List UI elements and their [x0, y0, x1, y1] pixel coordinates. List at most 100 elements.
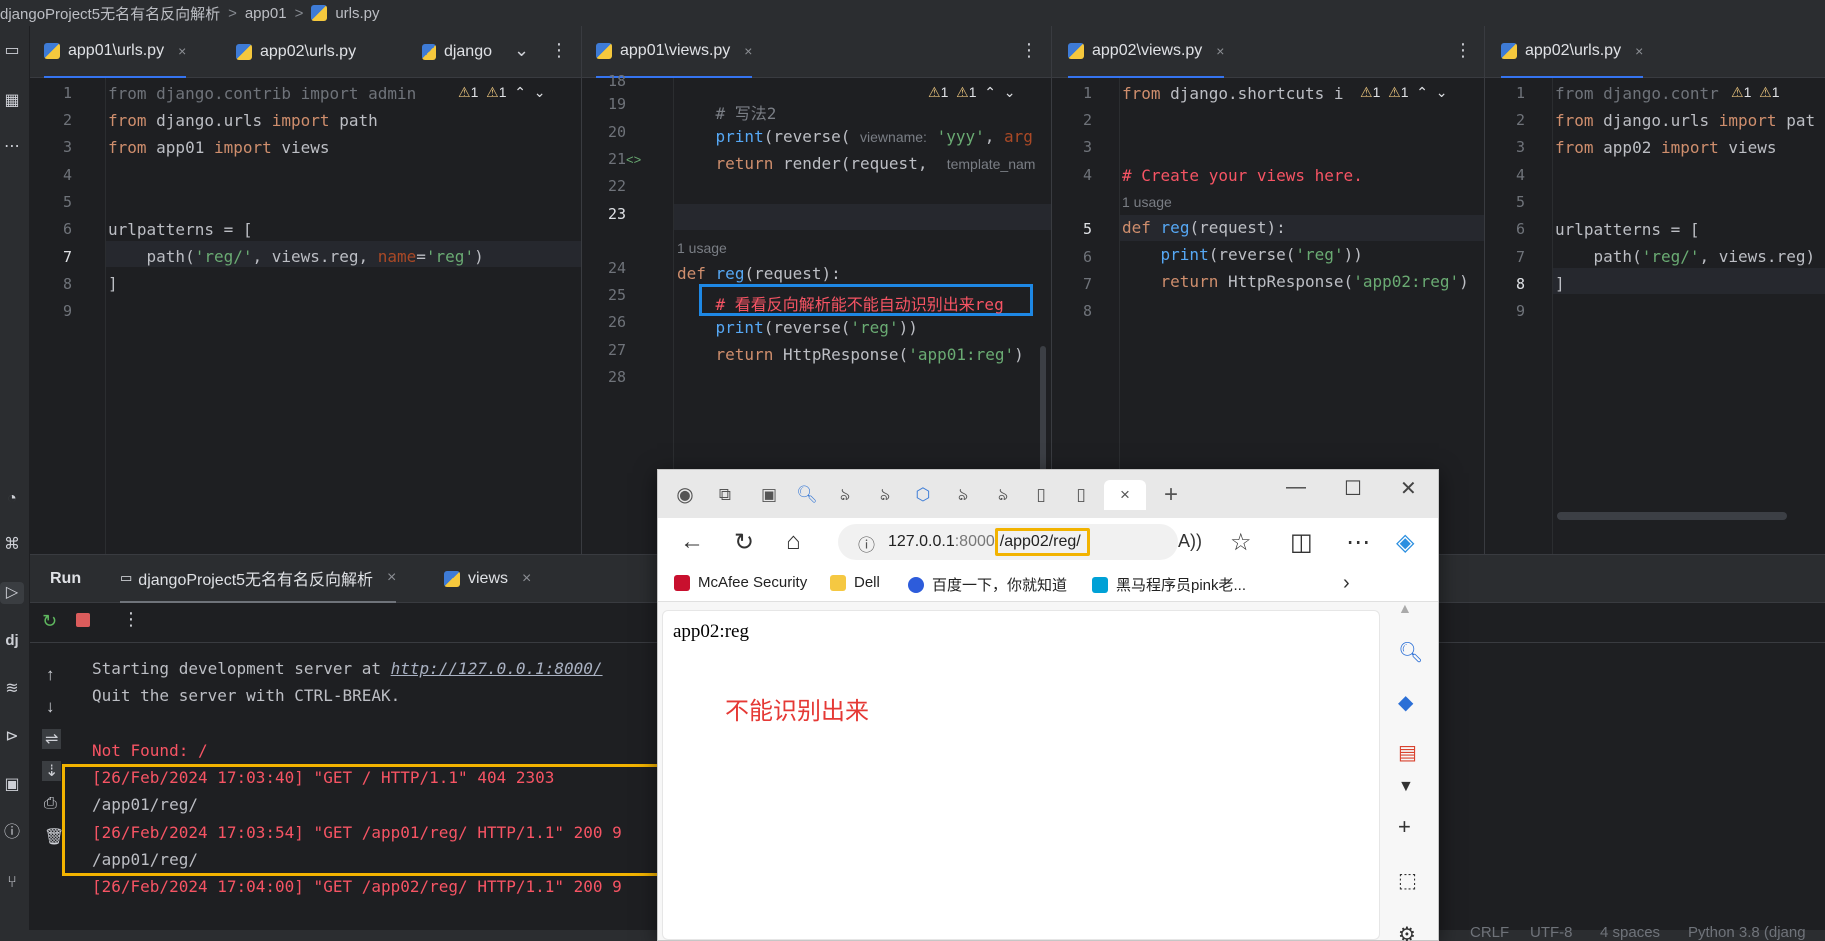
inspection-widget[interactable]: ⚠1 ⚠1 ⌃ ⌄	[458, 84, 546, 101]
close-icon[interactable]: ×	[178, 43, 186, 59]
scroll-down-icon[interactable]: ↓	[46, 697, 55, 717]
tab-app02-urls[interactable]: app02\urls.py	[236, 26, 356, 78]
run-tab-project[interactable]: ▭ djangoProject5无名有名反向解析 ×	[120, 555, 397, 603]
code-line[interactable]: def reg(request):	[677, 264, 841, 283]
search-icon[interactable]: 🔍︎	[1398, 640, 1423, 665]
indent[interactable]: 4 spaces	[1600, 924, 1660, 941]
tab-favicon-icon[interactable]: ঌ	[948, 480, 978, 510]
breadcrumb-folder[interactable]: app01	[245, 5, 287, 22]
new-tab-icon[interactable]: +	[1156, 480, 1186, 510]
code-line[interactable]: # 看看反向解析能不能自动识别出来reg	[677, 291, 1004, 315]
python-console-icon[interactable]: ⌘	[0, 534, 24, 556]
close-icon[interactable]: ×	[744, 43, 752, 59]
home-icon[interactable]: ⌂	[786, 528, 801, 556]
structure-icon[interactable]: ▦	[0, 90, 24, 112]
minimize-icon[interactable]: —	[1286, 476, 1306, 499]
tab-app01-views[interactable]: app01\views.py ×	[596, 26, 753, 78]
rerun-icon[interactable]: ↻	[42, 611, 57, 632]
more-options-icon[interactable]: ⋮	[122, 609, 140, 630]
horizontal-scrollbar[interactable]	[1557, 512, 1787, 520]
tab-app02-urls-right[interactable]: app02\urls.py ×	[1501, 26, 1644, 78]
layers-icon[interactable]: ≋	[0, 678, 24, 700]
code-line[interactable]: from django.shortcuts i	[1122, 84, 1344, 103]
split-screen-icon[interactable]: ◫	[1290, 528, 1313, 557]
scroll-to-end-icon[interactable]: ⇣	[42, 761, 62, 781]
breadcrumb-project[interactable]: djangoProject5无名有名反向解析	[0, 3, 220, 24]
code-line[interactable]: return render(request, template_nam	[677, 154, 1036, 173]
bookmark-mcafee[interactable]: McAfee Security	[674, 574, 807, 591]
inspection-widget[interactable]: ⚠1 ⚠1 ⌃ ⌄	[928, 84, 1016, 101]
close-icon[interactable]: ×	[1635, 43, 1643, 59]
code-line[interactable]: urlpatterns = [	[108, 220, 253, 239]
line-separator[interactable]: CRLF	[1470, 924, 1509, 941]
settings-gear-icon[interactable]: ⚙	[1398, 922, 1416, 941]
code-line[interactable]: return HttpResponse('app02:reg')	[1122, 272, 1469, 291]
scroll-up-icon[interactable]: ↑	[46, 665, 55, 685]
profile-avatar[interactable]: ◉	[670, 480, 700, 510]
chevron-down-icon[interactable]: ⌄	[514, 40, 529, 61]
copilot-icon[interactable]: ◈	[1396, 528, 1414, 557]
code-line[interactable]: from django.urls import pat	[1555, 111, 1815, 130]
git-icon[interactable]: ⑂	[0, 872, 24, 894]
code-line[interactable]: urlpatterns = [	[1555, 220, 1700, 239]
more-options-icon[interactable]: ⋮	[1454, 40, 1472, 61]
tab-django[interactable]: django	[422, 26, 492, 78]
vertical-tabs-icon[interactable]: ▣	[754, 480, 784, 510]
code-line[interactable]: from django.urls import path	[108, 111, 378, 130]
more-menu-icon[interactable]: ⋯	[1346, 528, 1370, 557]
usage-hint[interactable]: 1 usage	[677, 240, 727, 256]
code-line[interactable]: print(reverse('reg'))	[1122, 245, 1363, 264]
usage-hint[interactable]: 1 usage	[1122, 194, 1172, 210]
close-icon[interactable]: ×	[387, 569, 396, 587]
code-line[interactable]: from app01 import views	[108, 138, 330, 157]
close-icon[interactable]: ×	[522, 570, 531, 588]
code-line[interactable]: from django.contr	[1555, 84, 1719, 103]
favorite-star-icon[interactable]: ☆	[1230, 528, 1252, 557]
address-bar[interactable]: ⓘ 127.0.0.1:8000/app02/reg/	[838, 524, 1178, 560]
services-icon[interactable]: ⊳	[0, 726, 24, 748]
code-line[interactable]: from app02 import views	[1555, 138, 1777, 157]
tools-icon[interactable]: ▤	[1398, 740, 1417, 765]
tab-favicon-icon[interactable]: ঌ	[988, 480, 1018, 510]
gutter-implementation-icon[interactable]: <>	[626, 152, 641, 167]
screenshot-icon[interactable]: ⬚	[1398, 868, 1417, 893]
tab-favicon-icon[interactable]: ⬡	[908, 480, 938, 510]
close-window-icon[interactable]: ✕	[1400, 476, 1417, 501]
code-line[interactable]: # 写法2	[677, 100, 777, 124]
terminal-icon[interactable]: ▣	[0, 774, 24, 796]
run-tool-icon[interactable]: ▷	[0, 582, 24, 604]
back-icon[interactable]: ←	[680, 528, 704, 556]
page-icon[interactable]: ▯	[1066, 480, 1096, 510]
read-aloud-icon[interactable]: A))	[1178, 531, 1202, 552]
inspection-widget[interactable]: ⚠1 ⚠1 ⌃ ⌄	[1360, 84, 1448, 101]
code-line[interactable]: from django.contrib import admin	[108, 84, 416, 103]
chevron-right-icon[interactable]: ›	[1343, 572, 1350, 595]
add-icon[interactable]: +	[1398, 814, 1411, 840]
tab-app02-views[interactable]: app02\views.py ×	[1068, 26, 1225, 78]
project-folder-icon[interactable]: ▭	[0, 40, 24, 62]
interpreter[interactable]: Python 3.8 (djang	[1688, 924, 1806, 941]
code-line[interactable]: print(reverse( viewname: 'yyy', arg	[677, 127, 1033, 146]
code-line[interactable]: print(reverse('reg'))	[677, 318, 918, 337]
close-icon[interactable]: ×	[1216, 43, 1224, 59]
bookmark-baidu[interactable]: 百度一下，你就知道	[908, 574, 1067, 595]
close-icon[interactable]: ×	[1104, 480, 1146, 510]
page-icon[interactable]: ▯	[1026, 480, 1056, 510]
problems-icon[interactable]: ⓘ	[0, 822, 24, 844]
code-line[interactable]: path('reg/', views.reg, name='reg')	[108, 247, 484, 266]
code-line[interactable]: return HttpResponse('app01:reg')	[677, 345, 1024, 364]
more-options-icon[interactable]: ⋮	[550, 40, 568, 61]
site-info-icon[interactable]: ⓘ	[858, 531, 875, 556]
chevron-down-icon[interactable]: ▼	[1398, 778, 1414, 796]
shopping-tag-icon[interactable]: ◆	[1398, 690, 1413, 715]
run-tab-views[interactable]: views ×	[444, 555, 531, 603]
django-icon[interactable]: dj	[0, 630, 24, 652]
workspaces-icon[interactable]: ⧉	[710, 480, 740, 510]
profiler-icon[interactable]: ◔	[0, 488, 24, 510]
bookmark-dell[interactable]: Dell	[830, 574, 880, 591]
encoding[interactable]: UTF-8	[1530, 924, 1573, 941]
code-line[interactable]: path('reg/', views.reg)	[1555, 247, 1816, 266]
bookmark-heima[interactable]: 黑马程序员pink老...	[1092, 574, 1246, 595]
inspection-widget[interactable]: ⚠1 ⚠1	[1731, 84, 1780, 101]
tab-favicon-icon[interactable]: ঌ	[870, 480, 900, 510]
